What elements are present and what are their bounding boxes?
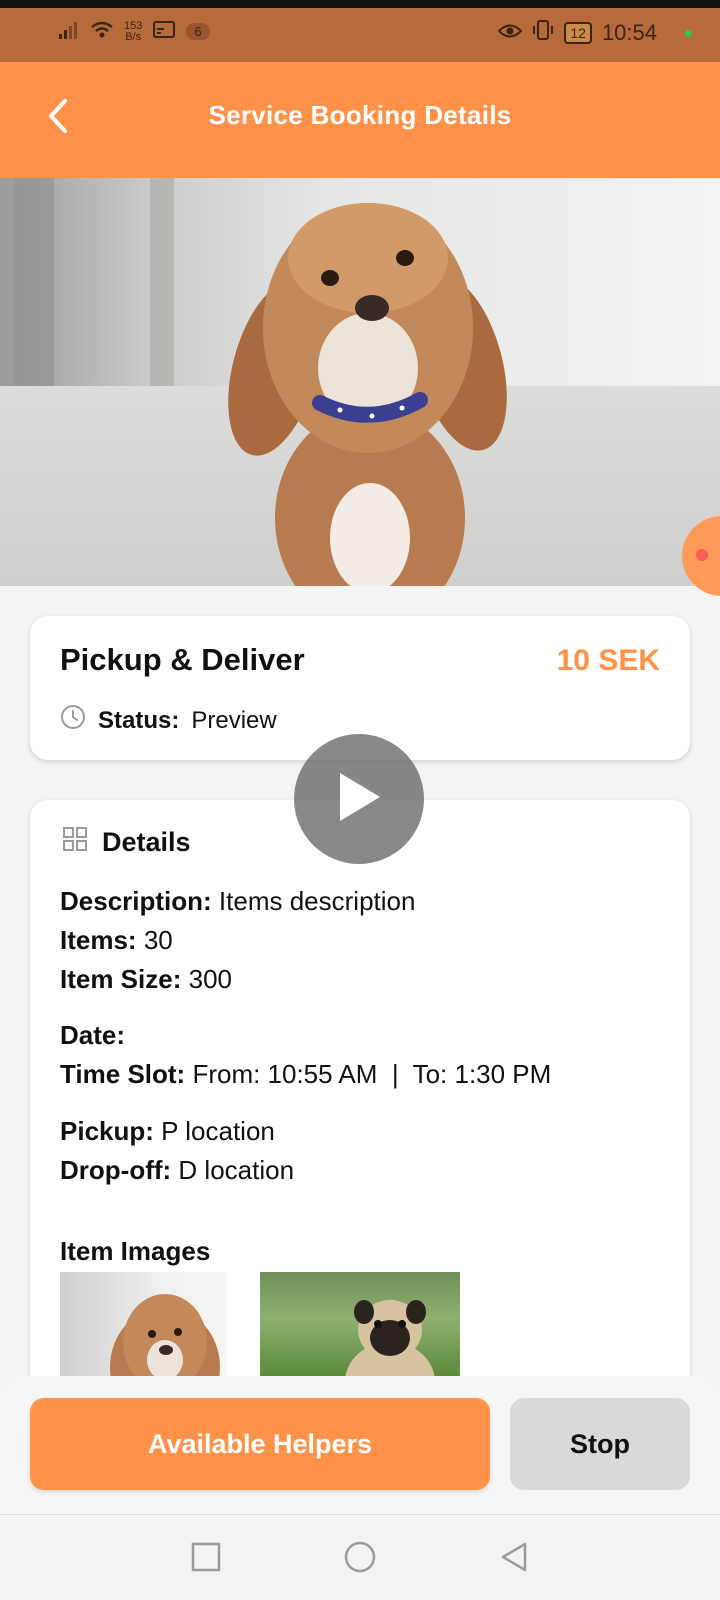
system-navigation-bar bbox=[0, 1514, 720, 1600]
date-label: Date: bbox=[60, 1020, 126, 1050]
item-images-title: Item Images bbox=[60, 1236, 211, 1266]
time-slot-label: Time Slot: bbox=[60, 1059, 186, 1089]
details-title: Details bbox=[102, 827, 191, 857]
wifi-icon bbox=[90, 20, 114, 43]
square-icon bbox=[191, 1542, 221, 1577]
home-button[interactable] bbox=[340, 1539, 380, 1579]
pug-thumbnail-illustration bbox=[345, 1300, 435, 1376]
status-right: 12 10:54 bbox=[497, 20, 692, 46]
service-price: 10 SEK bbox=[556, 644, 660, 677]
items-label: Items: bbox=[60, 925, 137, 955]
pickup-label: Pickup: bbox=[60, 1116, 154, 1146]
circle-icon bbox=[343, 1540, 377, 1579]
stop-button[interactable]: Stop bbox=[510, 1398, 690, 1490]
schedule-block: Date: Time Slot: From: 10:55 AM | To: 1:… bbox=[60, 1016, 551, 1094]
play-icon bbox=[334, 769, 384, 830]
dropoff-value: D location bbox=[178, 1155, 295, 1185]
description-value: Items description bbox=[218, 886, 416, 916]
item-size-row: Item Size: 300 bbox=[60, 960, 415, 999]
dropoff-row: Drop-off: D location bbox=[60, 1151, 294, 1190]
pickup-value: P location bbox=[161, 1116, 275, 1146]
battery-indicator: 12 bbox=[564, 22, 592, 44]
dropoff-label: Drop-off: bbox=[60, 1155, 172, 1185]
notification-count: 6 bbox=[186, 23, 210, 40]
page-title: Service Booking Details bbox=[208, 100, 512, 130]
details-card: Details Description: Items description I… bbox=[30, 800, 690, 1420]
item-image-thumbnail[interactable] bbox=[60, 1272, 226, 1376]
date-row: Date: bbox=[60, 1016, 551, 1055]
clock-icon bbox=[60, 704, 86, 737]
eye-icon bbox=[497, 20, 523, 46]
dog-illustration bbox=[228, 203, 507, 586]
item-image-thumbnail[interactable] bbox=[260, 1272, 460, 1376]
privacy-dot bbox=[685, 29, 692, 37]
available-helpers-button[interactable]: Available Helpers bbox=[30, 1398, 490, 1490]
description-row: Description: Items description bbox=[60, 882, 415, 921]
bottom-action-bar: Available Helpers Stop bbox=[0, 1376, 720, 1514]
location-block: Pickup: P location Drop-off: D location bbox=[60, 1112, 294, 1190]
service-hero-image bbox=[0, 178, 720, 586]
item-info-block: Description: Items description Items: 30… bbox=[60, 882, 415, 999]
items-value: 30 bbox=[143, 925, 173, 955]
app-bar: Service Booking Details bbox=[0, 62, 720, 178]
status-bar: 153 B/s 6 12 10:54 bbox=[0, 0, 720, 62]
item-size-value: 300 bbox=[188, 964, 232, 994]
triangle-back-icon bbox=[499, 1541, 529, 1578]
vibrate-icon bbox=[532, 20, 554, 46]
status-row: Status: Preview bbox=[60, 704, 277, 737]
status-value: Preview bbox=[191, 706, 277, 734]
dog-thumbnail-illustration bbox=[110, 1294, 220, 1376]
details-header: Details bbox=[62, 826, 191, 859]
description-label: Description: bbox=[60, 886, 212, 916]
item-size-label: Item Size: bbox=[60, 964, 182, 994]
service-name: Pickup & Deliver bbox=[60, 642, 305, 677]
cast-icon bbox=[152, 20, 176, 43]
items-row: Items: 30 bbox=[60, 921, 415, 960]
time-slot-row: Time Slot: From: 10:55 AM | To: 1:30 PM bbox=[60, 1055, 551, 1094]
signal-icon bbox=[58, 20, 80, 43]
grid-icon bbox=[62, 826, 88, 859]
status-time: 10:54 bbox=[601, 20, 657, 45]
time-slot-value: From: 10:55 AM | To: 1:30 PM bbox=[192, 1059, 552, 1089]
video-play-button[interactable] bbox=[294, 734, 424, 864]
recent-apps-button[interactable] bbox=[186, 1539, 226, 1579]
status-left: 153 B/s 6 bbox=[58, 20, 210, 43]
pickup-row: Pickup: P location bbox=[60, 1112, 294, 1151]
system-back-button[interactable] bbox=[494, 1539, 534, 1579]
net-speed: 153 B/s bbox=[124, 19, 143, 43]
status-label: Status: bbox=[98, 706, 180, 734]
